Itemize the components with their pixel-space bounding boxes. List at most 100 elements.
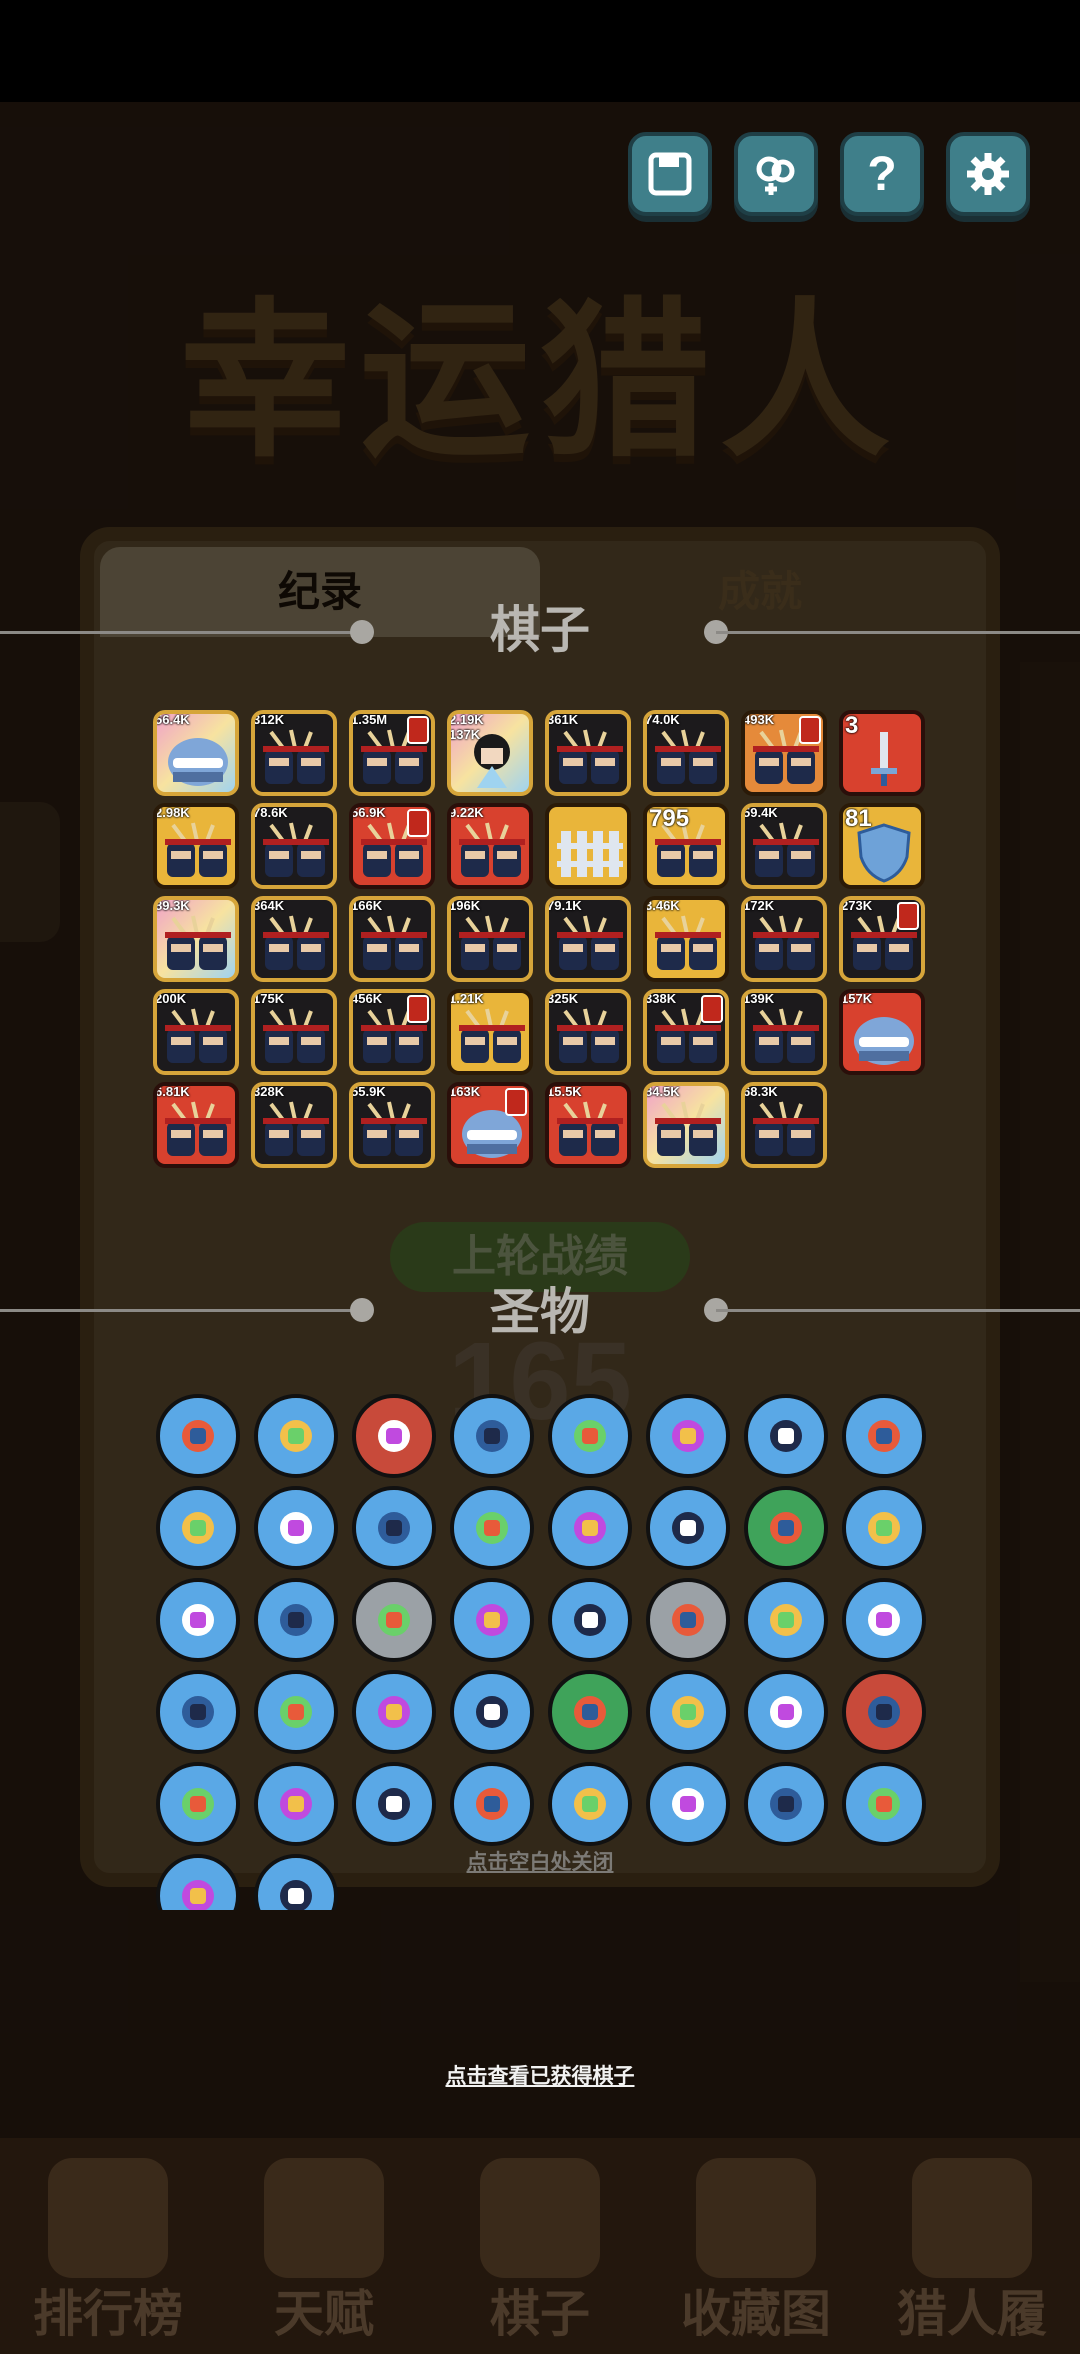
piece-tile[interactable]: 78.6K xyxy=(251,803,337,889)
relic-item[interactable] xyxy=(352,1394,436,1478)
relic-item[interactable] xyxy=(352,1578,436,1662)
relic-item[interactable] xyxy=(548,1762,632,1846)
piece-value: 74.0K xyxy=(645,712,680,727)
piece-tile[interactable]: 68.3K xyxy=(741,1082,827,1168)
piece-tile[interactable]: 338K xyxy=(643,989,729,1075)
relic-item[interactable] xyxy=(548,1670,632,1754)
relic-item[interactable] xyxy=(548,1578,632,1662)
relic-item[interactable] xyxy=(842,1394,926,1478)
relic-item[interactable] xyxy=(254,1670,338,1754)
piece-tile[interactable]: 157K xyxy=(839,989,925,1075)
piece-tile[interactable]: 56.4K xyxy=(153,710,239,796)
nav-collection[interactable]: 收藏图 xyxy=(648,2138,864,2354)
piece-tile[interactable]: 163K xyxy=(447,1082,533,1168)
relic-item[interactable] xyxy=(156,1486,240,1570)
relic-item[interactable] xyxy=(352,1670,436,1754)
relic-item[interactable] xyxy=(646,1578,730,1662)
piece-tile[interactable]: 493K xyxy=(741,710,827,796)
relic-item[interactable] xyxy=(156,1394,240,1478)
relic-item[interactable] xyxy=(450,1670,534,1754)
relic-item[interactable] xyxy=(744,1762,828,1846)
piece-tile[interactable]: 89.3K xyxy=(153,896,239,982)
piece-tile[interactable]: 79.1K xyxy=(545,896,631,982)
piece-tile[interactable]: 175K xyxy=(251,989,337,1075)
nav-hunter-resume[interactable]: 猎人履 xyxy=(864,2138,1080,2354)
relics-divider-dot-left xyxy=(350,1298,374,1322)
relic-item[interactable] xyxy=(842,1670,926,1754)
relic-item[interactable] xyxy=(254,1762,338,1846)
ghost-icon xyxy=(274,1690,318,1734)
piece-tile[interactable]: 361K xyxy=(545,710,631,796)
piece-tile[interactable]: 15.5K xyxy=(545,1082,631,1168)
ninja-icon xyxy=(261,914,331,976)
relic-item[interactable] xyxy=(156,1670,240,1754)
broken-shield-icon xyxy=(372,1690,416,1734)
piece-tile[interactable]: 81 xyxy=(839,803,925,889)
piece-tile[interactable]: 3 xyxy=(839,710,925,796)
piece-tile[interactable]: 456K xyxy=(349,989,435,1075)
piece-tile[interactable]: 328K xyxy=(251,1082,337,1168)
piece-tile[interactable]: 1.35M xyxy=(349,710,435,796)
relic-item[interactable] xyxy=(352,1486,436,1570)
piece-tile[interactable] xyxy=(545,803,631,889)
relic-item[interactable] xyxy=(646,1670,730,1754)
relic-item[interactable] xyxy=(744,1486,828,1570)
piece-tile[interactable]: 200K xyxy=(153,989,239,1075)
relic-item[interactable] xyxy=(450,1762,534,1846)
relic-item[interactable] xyxy=(156,1762,240,1846)
relic-item[interactable] xyxy=(744,1670,828,1754)
view-obtained-pieces-link[interactable]: 点击查看已获得棋子 xyxy=(390,2062,690,2092)
piece-tile[interactable]: 166K xyxy=(349,896,435,982)
nav-pieces[interactable]: 棋子 xyxy=(432,2138,648,2354)
relic-item[interactable] xyxy=(450,1486,534,1570)
relic-item[interactable] xyxy=(450,1394,534,1478)
relic-item[interactable] xyxy=(548,1486,632,1570)
relic-item[interactable] xyxy=(842,1762,926,1846)
relic-item[interactable] xyxy=(450,1578,534,1662)
relic-item[interactable] xyxy=(646,1486,730,1570)
relic-item[interactable] xyxy=(254,1486,338,1570)
piece-tile[interactable]: 795 xyxy=(643,803,729,889)
relic-item[interactable] xyxy=(744,1578,828,1662)
piece-tile[interactable]: 325K xyxy=(545,989,631,1075)
piece-tile[interactable]: 6.81K xyxy=(153,1082,239,1168)
piece-tile[interactable]: 3.46K xyxy=(643,896,729,982)
nav-label: 棋子 xyxy=(490,2286,590,2342)
golden-target-icon xyxy=(176,1782,220,1826)
relic-item[interactable] xyxy=(842,1486,926,1570)
piece-tile[interactable]: 139K xyxy=(741,989,827,1075)
piece-tile[interactable]: 56.9K xyxy=(349,803,435,889)
piece-tile[interactable]: 2.98K xyxy=(153,803,239,889)
masked-girl-icon xyxy=(862,1690,906,1734)
relic-item[interactable] xyxy=(156,1578,240,1662)
piece-value: 9.22K xyxy=(449,805,484,820)
relic-item[interactable] xyxy=(254,1578,338,1662)
piece-tile[interactable]: 2.19K 137K xyxy=(447,710,533,796)
relic-item[interactable] xyxy=(646,1762,730,1846)
piece-tile[interactable]: 196K xyxy=(447,896,533,982)
relic-item[interactable] xyxy=(352,1762,436,1846)
piece-tile[interactable]: 312K xyxy=(251,710,337,796)
piece-tile[interactable]: 364K xyxy=(251,896,337,982)
relic-item[interactable] xyxy=(842,1578,926,1662)
relic-item[interactable] xyxy=(744,1394,828,1478)
nav-talent[interactable]: 天赋 xyxy=(216,2138,432,2354)
fire-hand-icon xyxy=(666,1506,710,1550)
piece-value: 59.4K xyxy=(743,805,778,820)
piece-tile[interactable]: 74.0K xyxy=(643,710,729,796)
piece-tile[interactable]: 55.9K xyxy=(349,1082,435,1168)
piece-tile[interactable]: 172K xyxy=(741,896,827,982)
nav-leaderboard[interactable]: 排行榜 xyxy=(0,2138,216,2354)
piece-tile[interactable]: 273K xyxy=(839,896,925,982)
piece-tile[interactable]: 59.4K xyxy=(741,803,827,889)
relic-item[interactable] xyxy=(156,1854,240,1910)
relic-item[interactable] xyxy=(254,1854,338,1910)
piece-value: 795 xyxy=(649,805,690,832)
relic-item[interactable] xyxy=(646,1394,730,1478)
piece-tile[interactable]: 9.22K xyxy=(447,803,533,889)
relic-item[interactable] xyxy=(254,1394,338,1478)
close-hint[interactable]: 点击空白处关闭 xyxy=(360,1848,720,1878)
piece-tile[interactable]: 84.5K xyxy=(643,1082,729,1168)
relic-item[interactable] xyxy=(548,1394,632,1478)
piece-tile[interactable]: 1.21K xyxy=(447,989,533,1075)
